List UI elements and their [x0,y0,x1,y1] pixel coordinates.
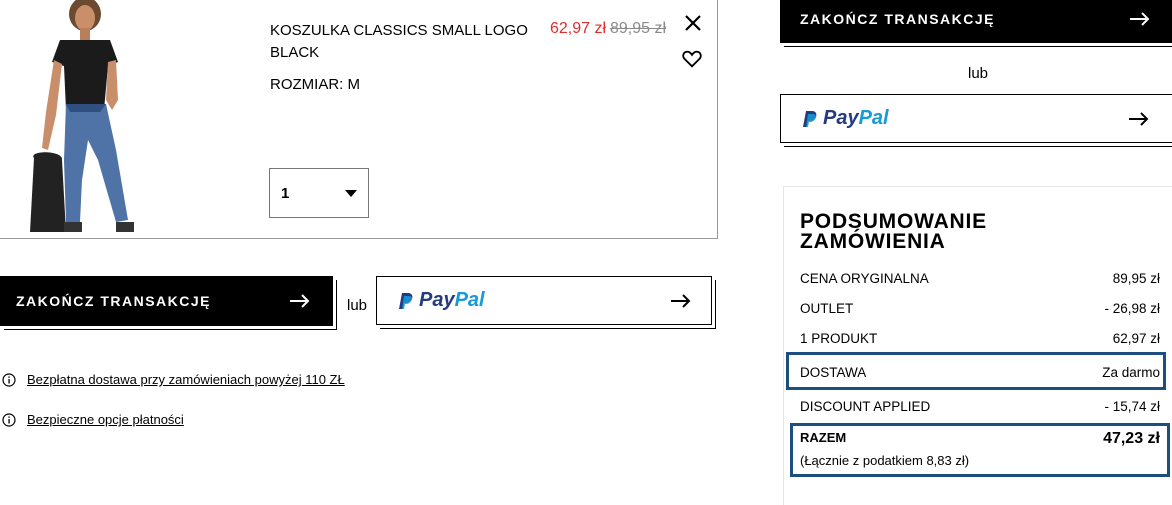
product-name[interactable]: KOSZULKA CLASSICS SMALL LOGO BLACK [270,20,530,64]
total-value: 47,23 zł [1103,430,1160,447]
paypal-button-main[interactable]: Pay Pal [376,276,712,325]
info-icon [2,412,16,427]
free-shipping-row: Bezpłatna dostawa przy zamówieniach powy… [2,372,345,387]
paypal-pay-text: Pay [419,289,455,311]
summary-row-value: - 15,74 zł [1104,399,1160,414]
summary-row-total: RAZEM 47,23 zł [800,430,1160,448]
total-label: RAZEM [800,430,847,445]
summary-row-discount: DISCOUNT APPLIED - 15,74 zł [800,399,1160,414]
arrow-right-icon [290,294,310,308]
summary-row-label: DOSTAWA [800,365,867,380]
summary-row-delivery: DOSTAWA Za darmo [800,365,1160,380]
checkout-button-main[interactable]: ZAKOŃCZ TRANSAKCJĘ [0,276,333,326]
summary-row-value: Za darmo [1102,365,1160,380]
summary-row-value: 89,95 zł [1112,271,1160,286]
paypal-pal-text: Pal [858,107,889,129]
summary-row-label: DISCOUNT APPLIED [800,399,931,414]
paypal-logo-icon: Pay Pal [802,107,889,130]
checkout-button-label: ZAKOŃCZ TRANSAKCJĘ [800,10,995,27]
arrow-right-icon [1130,12,1150,26]
quantity-select[interactable]: 1 [269,168,369,218]
tax-note: (Łącznie z podatkiem 8,83 zł) [800,453,970,468]
or-label: lub [968,65,989,82]
paypal-pay-text: Pay [823,107,859,129]
product-image [0,0,150,238]
or-label: lub [347,297,368,314]
checkout-button-label: ZAKOŃCZ TRANSAKCJĘ [16,293,211,309]
summary-row-value: - 26,98 zł [1104,301,1160,316]
paypal-pal-text: Pal [454,289,485,311]
summary-row-value: 62,97 zł [1112,331,1160,346]
summary-row-label: OUTLET [800,301,854,316]
original-price: 89,95 zł [610,20,667,37]
heart-icon[interactable] [681,48,703,70]
sale-price: 62,97 zł [550,20,607,37]
summary-row-label: 1 PRODUKT [800,331,878,346]
secure-payment-row: Bezpieczne opcje płatności [2,412,184,427]
close-icon[interactable] [683,13,703,33]
paypal-logo-icon: Pay Pal [398,289,485,312]
paypal-button-top[interactable]: Pay Pal [780,94,1172,143]
product-size: ROZMIAR: M [270,76,360,93]
summary-title: PODSUMOWANIE ZAMÓWIENIA [800,210,987,253]
summary-row-label: CENA ORYGINALNA [800,271,929,286]
arrow-right-icon [1129,112,1149,126]
checkout-button-top[interactable]: ZAKOŃCZ TRANSAKCJĘ [780,0,1172,43]
quantity-value: 1 [281,184,290,202]
summary-row-original-price: CENA ORYGINALNA 89,95 zł [800,271,1160,286]
info-icon [2,372,16,387]
caret-down-icon [345,190,357,197]
arrow-right-icon [671,294,691,308]
summary-row-outlet: OUTLET - 26,98 zł [800,301,1160,316]
free-shipping-link[interactable]: Bezpłatna dostawa przy zamówieniach powy… [27,372,345,387]
summary-row-products: 1 PRODUKT 62,97 zł [800,331,1160,346]
secure-payment-link[interactable]: Bezpieczne opcje płatności [27,412,184,427]
